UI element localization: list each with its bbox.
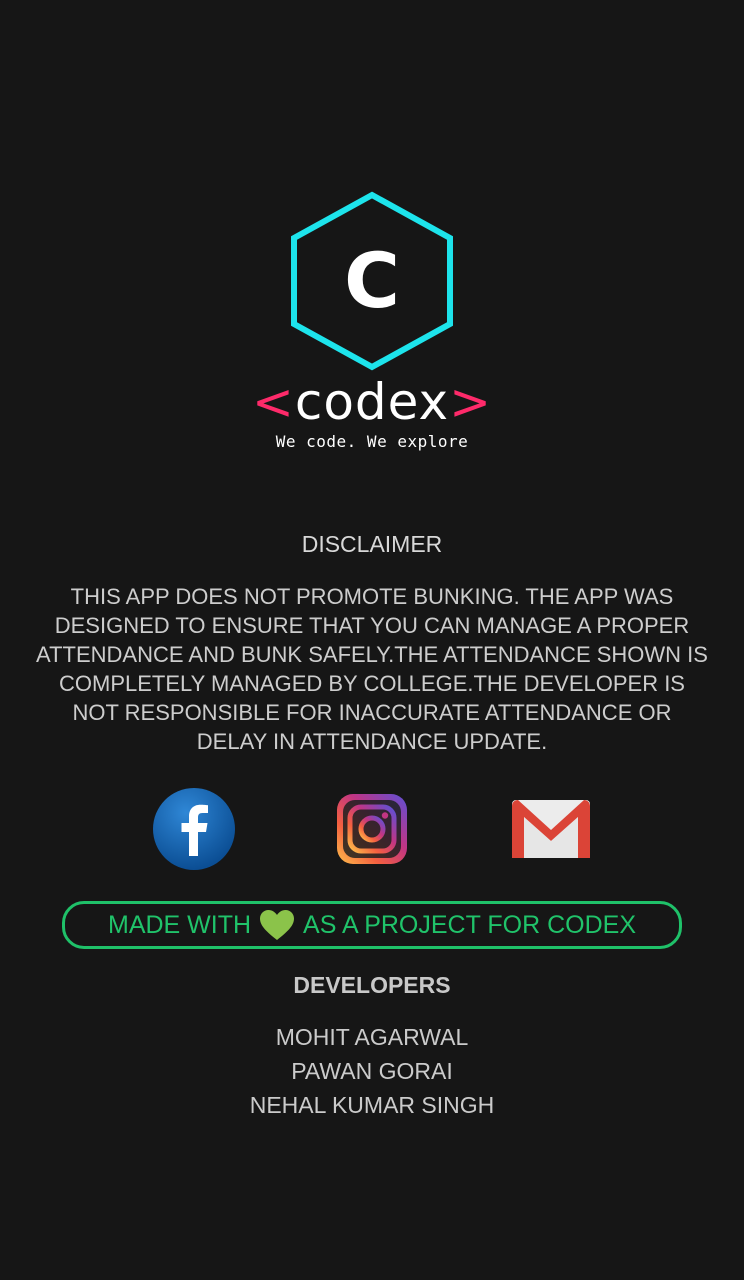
made-with-suffix: AS A PROJECT FOR CODEX (303, 911, 636, 939)
developer-name: NEHAL KUMAR SINGH (249, 1092, 495, 1118)
brand-open-bracket: < (251, 373, 295, 431)
logo-mark-letter: C (344, 236, 400, 325)
instagram-icon (337, 794, 407, 864)
made-with-prefix: MADE WITH (108, 911, 252, 939)
gmail-button[interactable] (508, 786, 594, 872)
codex-logo: C <codex> We code. We explore (0, 186, 744, 456)
brand-close-bracket: > (449, 373, 493, 431)
developer-name: PAWAN GORAI (291, 1058, 453, 1084)
social-links (0, 786, 744, 872)
made-with-banner: MADE WITH AS A PROJECT FOR CODEX (62, 901, 682, 949)
developers-title: DEVELOPERS (293, 972, 451, 998)
codex-hexagon-logo-icon: C (291, 191, 453, 371)
facebook-icon (153, 788, 235, 870)
disclaimer-text: THIS APP DOES NOT PROMOTE BUNKING. THE A… (36, 584, 708, 754)
brand-name: <codex> (0, 374, 744, 430)
developer-name: MOHIT AGARWAL (275, 1024, 469, 1050)
gmail-icon (512, 800, 590, 858)
heart-icon (260, 910, 295, 940)
brand-text: codex (294, 373, 450, 431)
brand-tagline: We code. We explore (275, 432, 469, 451)
developers-list: MOHIT AGARWAL PAWAN GORAI NEHAL KUMAR SI… (0, 1020, 744, 1122)
facebook-button[interactable] (151, 786, 237, 872)
instagram-button[interactable] (329, 786, 415, 872)
disclaimer-title: DISCLAIMER (301, 531, 443, 557)
